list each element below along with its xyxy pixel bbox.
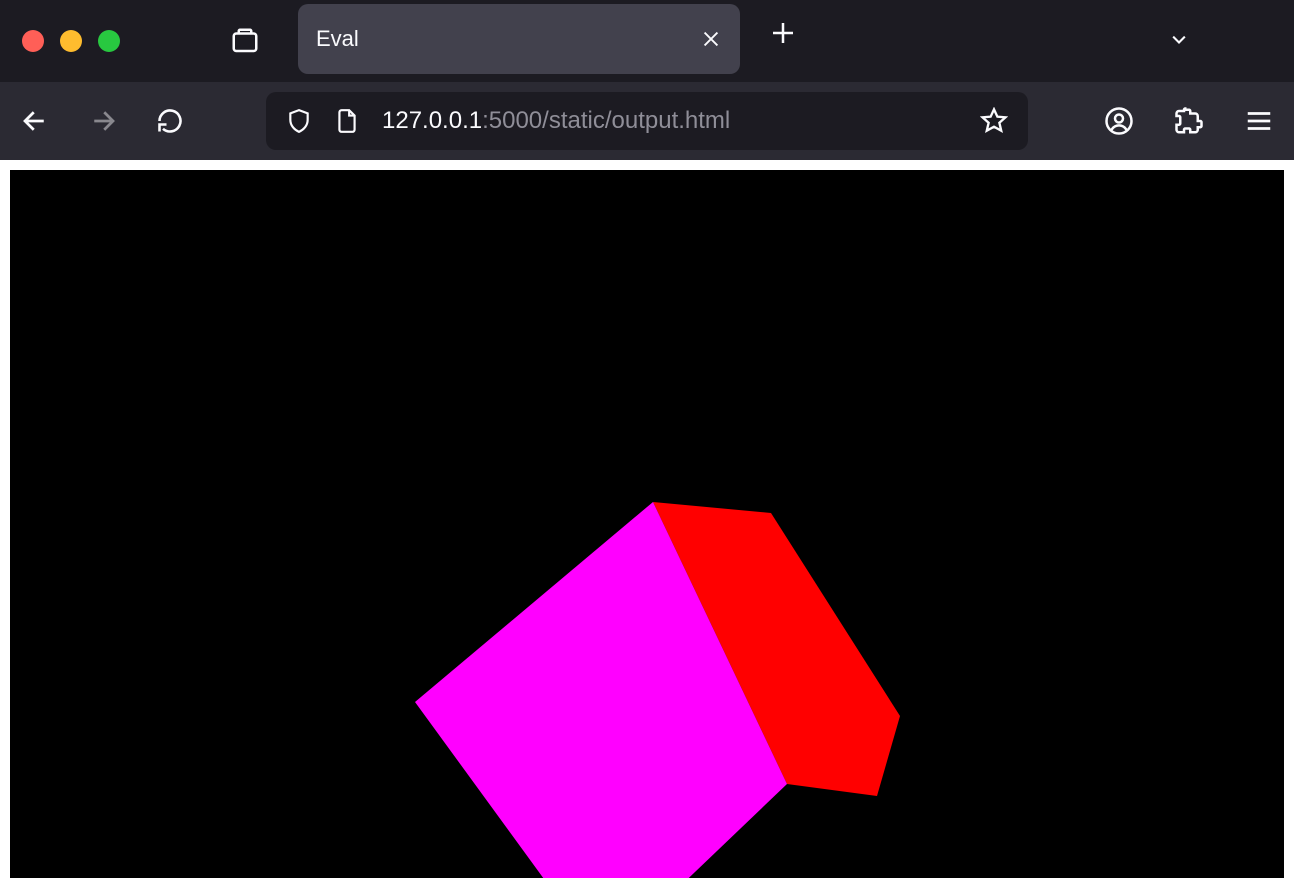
cube-svg <box>10 170 1284 878</box>
window-minimize-button[interactable] <box>60 30 82 52</box>
traffic-lights <box>22 30 120 52</box>
tab-close-button[interactable] <box>700 28 722 50</box>
account-icon[interactable] <box>1104 106 1134 136</box>
extensions-icon[interactable] <box>1174 106 1204 136</box>
shield-icon[interactable] <box>286 108 312 134</box>
url-path: :5000/static/output.html <box>482 107 730 134</box>
browser-tab[interactable]: Eval <box>298 4 740 74</box>
window-maximize-button[interactable] <box>98 30 120 52</box>
new-tab-button[interactable] <box>768 18 798 48</box>
navbar-right-icons <box>1104 106 1274 136</box>
window-titlebar: Eval <box>0 0 1294 82</box>
url-bar[interactable]: 127.0.0.1:5000/static/output.html <box>266 92 1028 150</box>
back-button[interactable] <box>20 106 50 136</box>
forward-button[interactable] <box>88 106 118 136</box>
site-info-icon[interactable] <box>334 108 360 134</box>
tab-title: Eval <box>316 26 359 52</box>
rendered-canvas <box>10 170 1284 878</box>
url-text: 127.0.0.1:5000/static/output.html <box>382 107 730 135</box>
sidebar-toggle-button[interactable] <box>230 26 260 56</box>
window-close-button[interactable] <box>22 30 44 52</box>
page-content-wrap <box>0 160 1294 888</box>
browser-navbar: 127.0.0.1:5000/static/output.html <box>0 82 1294 160</box>
url-host: 127.0.0.1 <box>382 107 482 134</box>
bookmark-button[interactable] <box>980 107 1008 135</box>
menu-icon[interactable] <box>1244 106 1274 136</box>
tabs-overflow-button[interactable] <box>1164 30 1194 50</box>
reload-button[interactable] <box>156 107 184 135</box>
